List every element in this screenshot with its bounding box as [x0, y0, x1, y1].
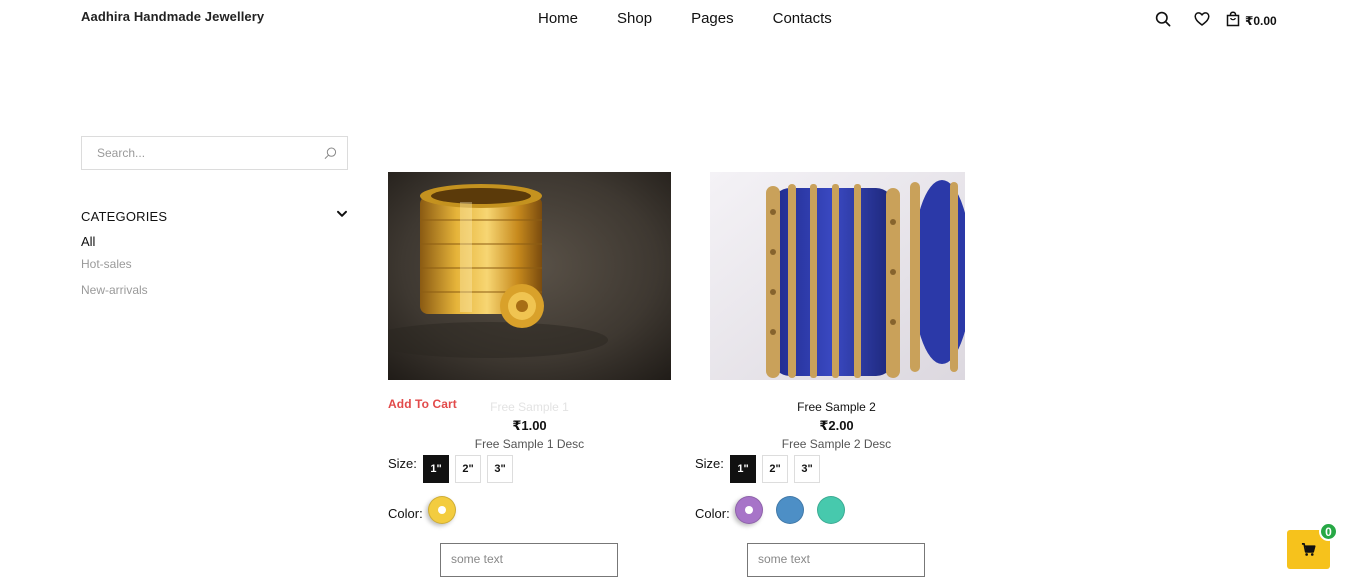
size-label: Size: [695, 456, 724, 471]
category-hot-sales[interactable]: Hot-sales [81, 256, 148, 282]
product-name[interactable]: Free Sample 2 [695, 400, 978, 414]
nav-shop[interactable]: Shop [617, 10, 652, 27]
nav-pages[interactable]: Pages [691, 10, 734, 27]
product-card [388, 172, 671, 380]
product-price: ₹2.00 [819, 418, 854, 433]
shopping-bag-icon[interactable] [1224, 10, 1242, 28]
product-price: ₹1.00 [512, 418, 547, 433]
categories-list: All Hot-sales New-arrivals [81, 234, 148, 308]
category-new-arrivals[interactable]: New-arrivals [81, 282, 148, 308]
cart-count-badge: 0 [1319, 522, 1338, 541]
wishlist-heart-icon[interactable] [1193, 10, 1211, 28]
nav-home[interactable]: Home [538, 10, 578, 27]
cart-icon [1301, 543, 1316, 556]
category-all[interactable]: All [81, 234, 148, 256]
custom-text-input[interactable] [440, 543, 618, 577]
color-swatch[interactable] [776, 496, 804, 524]
product-name[interactable]: Free Sample 1 [388, 400, 671, 414]
header-actions: ₹0.00 [1154, 10, 1277, 28]
brand-logo-text[interactable]: Aadhira Handmade Jewellery [81, 9, 264, 24]
size-option[interactable]: 1" [423, 455, 449, 483]
color-swatch[interactable] [735, 496, 763, 524]
nav-contacts[interactable]: Contacts [773, 10, 832, 27]
product-description: Free Sample 1 Desc [474, 437, 585, 451]
color-label: Color: [695, 506, 730, 521]
search-icon[interactable] [324, 146, 337, 160]
custom-text-input[interactable] [747, 543, 925, 577]
size-option[interactable]: 3" [487, 455, 513, 483]
color-label: Color: [388, 506, 423, 521]
color-options [428, 496, 456, 524]
color-swatch[interactable] [817, 496, 845, 524]
size-options: 1" 2" 3" [423, 455, 513, 483]
size-options: 1" 2" 3" [730, 455, 820, 483]
product-card [710, 172, 965, 380]
size-option[interactable]: 3" [794, 455, 820, 483]
main-nav: Home Shop Pages Contacts [538, 10, 832, 27]
cart-total[interactable]: ₹0.00 [1245, 14, 1277, 28]
search-input[interactable] [97, 146, 324, 160]
categories-title: CATEGORIES [81, 208, 168, 224]
size-option[interactable]: 2" [455, 455, 481, 483]
product-image[interactable] [388, 172, 671, 380]
size-option[interactable]: 1" [730, 455, 756, 483]
product-image[interactable] [710, 172, 965, 380]
categories-header[interactable]: CATEGORIES [81, 207, 348, 225]
chevron-down-icon[interactable] [336, 207, 348, 225]
size-option[interactable]: 2" [762, 455, 788, 483]
sidebar-search [81, 136, 348, 170]
color-swatch[interactable] [428, 496, 456, 524]
color-options [735, 496, 845, 524]
size-label: Size: [388, 456, 417, 471]
search-icon[interactable] [1154, 10, 1172, 28]
product-description: Free Sample 2 Desc [781, 437, 892, 451]
